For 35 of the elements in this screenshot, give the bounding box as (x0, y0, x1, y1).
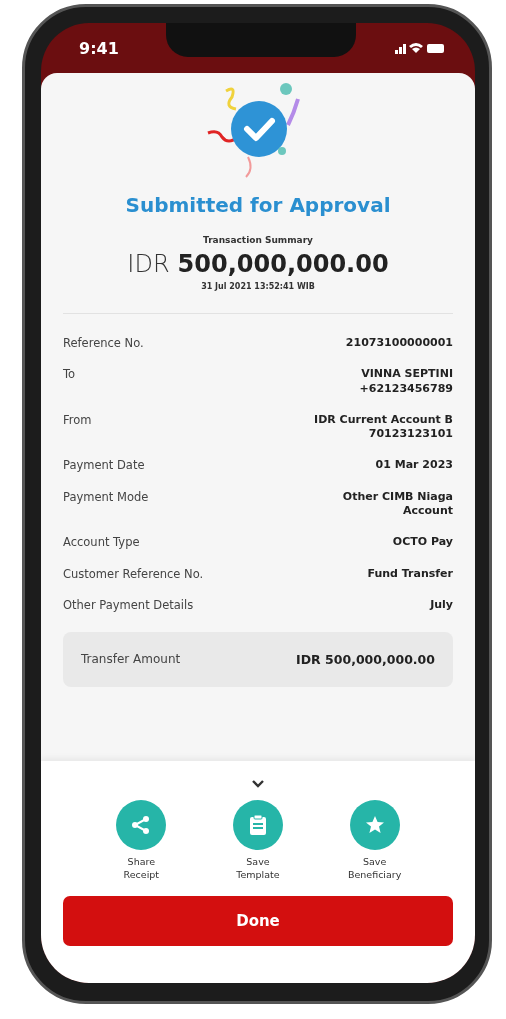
clipboard-icon (248, 814, 268, 836)
detail-label: Account Type (63, 535, 140, 550)
status-title: Submitted for Approval (125, 193, 391, 217)
detail-label: Customer Reference No. (63, 566, 204, 581)
action-label[interactable]: Save Beneficiary (347, 856, 402, 882)
star-icon (364, 815, 385, 835)
detail-value: 21073100000001 (345, 336, 453, 351)
status-time: 9:41 (79, 38, 119, 58)
chevron-down-icon[interactable] (251, 779, 265, 788)
detail-value: VINNA SEPTINI +62123456789 (359, 367, 453, 396)
detail-label: From (63, 412, 92, 427)
detail-label: Payment Date (63, 458, 145, 473)
action-icon-button[interactable] (349, 800, 400, 850)
detail-value: Fund Transfer (367, 566, 453, 581)
action-icon-button[interactable] (233, 800, 283, 850)
currency-label: IDR (127, 250, 170, 278)
summary-label: Transaction Summary (203, 235, 313, 245)
detail-label: Other Payment Details (63, 597, 194, 612)
status-icons (395, 41, 445, 55)
detail-value: Other CIMB Niaga Account (342, 489, 453, 519)
detail-value: OCTO Pay (392, 535, 453, 550)
total-value: IDR 500,000,000.00 (296, 652, 435, 668)
detail-label: Payment Mode (63, 489, 149, 504)
transaction-timestamp: 31 Jul 2021 13:52:41 WIB (201, 282, 315, 291)
action-label[interactable]: Save Template (236, 856, 280, 882)
amount-value: 500,000,000.00 (177, 250, 389, 278)
detail-value: July (430, 597, 453, 613)
detail-value: 01 Mar 2023 (375, 458, 453, 473)
detail-value: IDR Current Account B 70123123101 (314, 412, 453, 442)
detail-label: To (63, 367, 76, 382)
total-label: Transfer Amount (81, 652, 181, 668)
action-label[interactable]: Share Receipt (123, 856, 160, 882)
action-icon-button[interactable] (116, 800, 167, 850)
done-button[interactable]: Done (63, 895, 453, 946)
detail-label: Reference No. (63, 336, 144, 350)
